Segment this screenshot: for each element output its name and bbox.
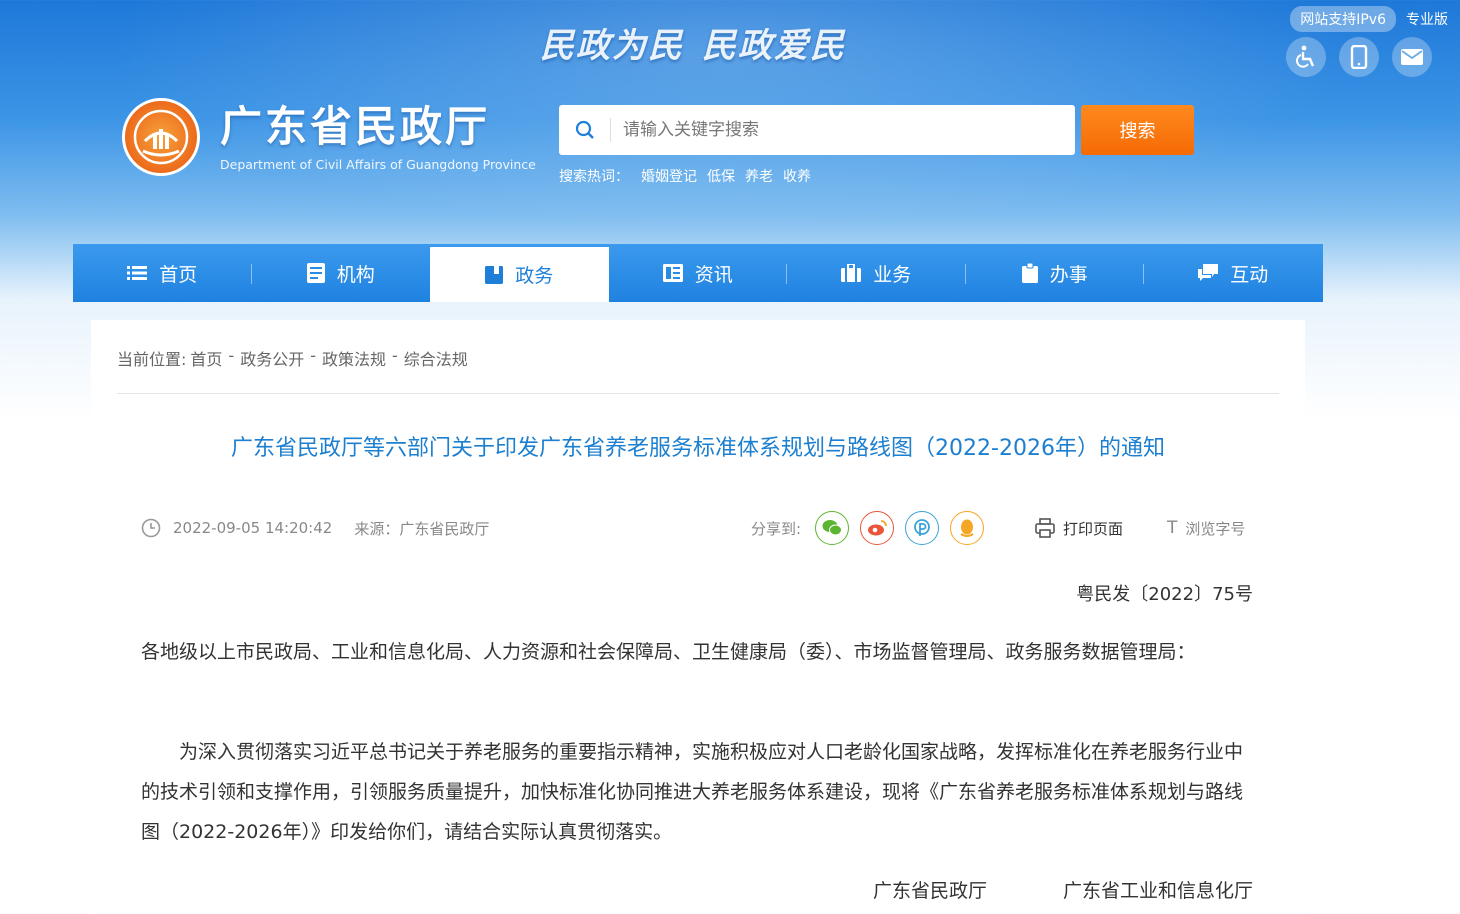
ipv6-badge: 网站支持IPv6 [1290,6,1396,32]
hot-word-link[interactable]: 低保 [707,166,735,186]
news-icon [662,264,683,282]
book-icon [485,265,504,284]
divider [117,393,1279,394]
signer: 广东省工业和信息化厅 [1062,880,1253,902]
breadcrumb: 当前位置: 首页 - 政务公开 - 政策法规 - 综合法规 [117,346,468,370]
breadcrumb-link[interactable]: 政策法规 [322,346,386,370]
font-size-button[interactable]: T 浏览字号 [1167,510,1245,546]
breadcrumb-separator: - [310,346,316,365]
signers: 广东省民政厅 广东省工业和信息化厅 [797,876,1253,903]
top-links: 网站支持IPv6 专业版 [1290,6,1448,32]
breadcrumb-link[interactable]: 政务公开 [240,346,304,370]
nav-label: 资讯 [694,263,733,286]
nav-item-interaction[interactable]: 互动 [1144,244,1323,302]
article-panel: 当前位置: 首页 - 政务公开 - 政策法规 - 综合法规 广东省民政厅等六部门… [91,320,1305,914]
printer-icon [1035,518,1055,538]
slogan: 民政为民 民政爱民 [540,18,864,66]
print-button[interactable]: 打印页面 [1035,510,1123,546]
slogan-part: 民政为民 [540,26,684,66]
hot-search-words: 搜索热词： 婚姻登记 低保 养老 收养 [559,166,821,186]
nav-item-business[interactable]: 业务 [787,244,966,302]
hot-word-link[interactable]: 收养 [783,166,811,186]
mail-icon[interactable] [1392,37,1432,77]
breadcrumb-separator: - [392,346,398,365]
search-icon [559,118,611,142]
mobile-icon[interactable] [1339,37,1379,77]
briefcase-icon [841,264,862,282]
hot-word-link[interactable]: 养老 [745,166,773,186]
utility-icons [1286,37,1445,77]
nav-item-home[interactable]: 首页 [73,244,252,302]
nav-label: 办事 [1049,263,1088,286]
clipboard-icon [1021,263,1038,283]
share-label: 分享到: [751,519,802,538]
search-button[interactable]: 搜索 [1081,105,1194,155]
breadcrumb-separator: - [228,346,235,365]
pengyou-icon[interactable] [905,511,940,545]
nav-label: 首页 [159,263,198,286]
article-meta: 2022-09-05 14:20:42 来源：广东省民政厅 分享到: 打印页面 [141,510,1255,546]
list-icon [127,265,148,281]
wechat-icon[interactable] [815,511,850,545]
nav-item-news[interactable]: 资讯 [609,244,788,302]
print-label: 打印页面 [1063,519,1124,538]
search-bar [559,105,1075,155]
weibo-icon[interactable] [860,511,895,545]
publish-date: 2022-09-05 14:20:42 [173,519,333,537]
document-number: 粤民发〔2022〕75号 [1076,584,1253,605]
breadcrumb-link[interactable]: 综合法规 [404,346,468,370]
main-nav: 首页 机构 政务 资讯 业务 办事 互动 [73,244,1323,302]
body-paragraph: 为深入贯彻落实习近平总书记关于养老服务的重要指示精神，实施积极应对人口老龄化国家… [141,741,1244,843]
document-icon [306,263,325,283]
clock-icon [141,518,161,538]
share-area: 分享到: [751,510,995,546]
article-source: 来源：广东省民政厅 [354,519,490,538]
text-size-icon: T [1167,518,1178,538]
nav-item-services[interactable]: 办事 [966,244,1145,302]
search-input[interactable] [611,106,1075,154]
nav-item-organization[interactable]: 机构 [252,244,431,302]
article-title: 广东省民政厅等六部门关于印发广东省养老服务标准体系规划与路线图（2022-202… [231,436,1165,461]
chat-icon [1198,264,1219,282]
breadcrumb-link[interactable]: 首页 [190,346,222,370]
nav-item-government-affairs[interactable]: 政务 [430,247,609,302]
nav-label: 政务 [515,265,554,287]
nav-label: 互动 [1230,263,1269,286]
nav-label: 业务 [873,263,912,286]
slogan-part: 民政爱民 [702,26,846,66]
breadcrumb-label: 当前位置: [117,350,187,369]
hot-words-label: 搜索热词： [559,169,629,185]
qq-icon[interactable] [950,511,985,545]
hot-word-link[interactable]: 婚姻登记 [641,166,697,186]
signer: 广东省民政厅 [872,880,987,902]
site-logo[interactable]: 广东省民政厅 Department of Civil Affairs of Gu… [122,98,536,176]
pro-version-link[interactable]: 专业版 [1406,9,1448,29]
nav-label: 机构 [336,263,375,286]
font-size-label: 浏览字号 [1185,519,1246,538]
site-subtitle: Department of Civil Affairs of Guangdong… [220,156,536,172]
civil-affairs-emblem-icon [122,98,200,176]
site-title: 广东省民政厅 [220,101,491,151]
accessibility-icon[interactable] [1286,37,1326,77]
recipients-paragraph: 各地级以上市民政局、工业和信息化局、人力资源和社会保障局、卫生健康局（委）、市场… [141,641,1196,663]
